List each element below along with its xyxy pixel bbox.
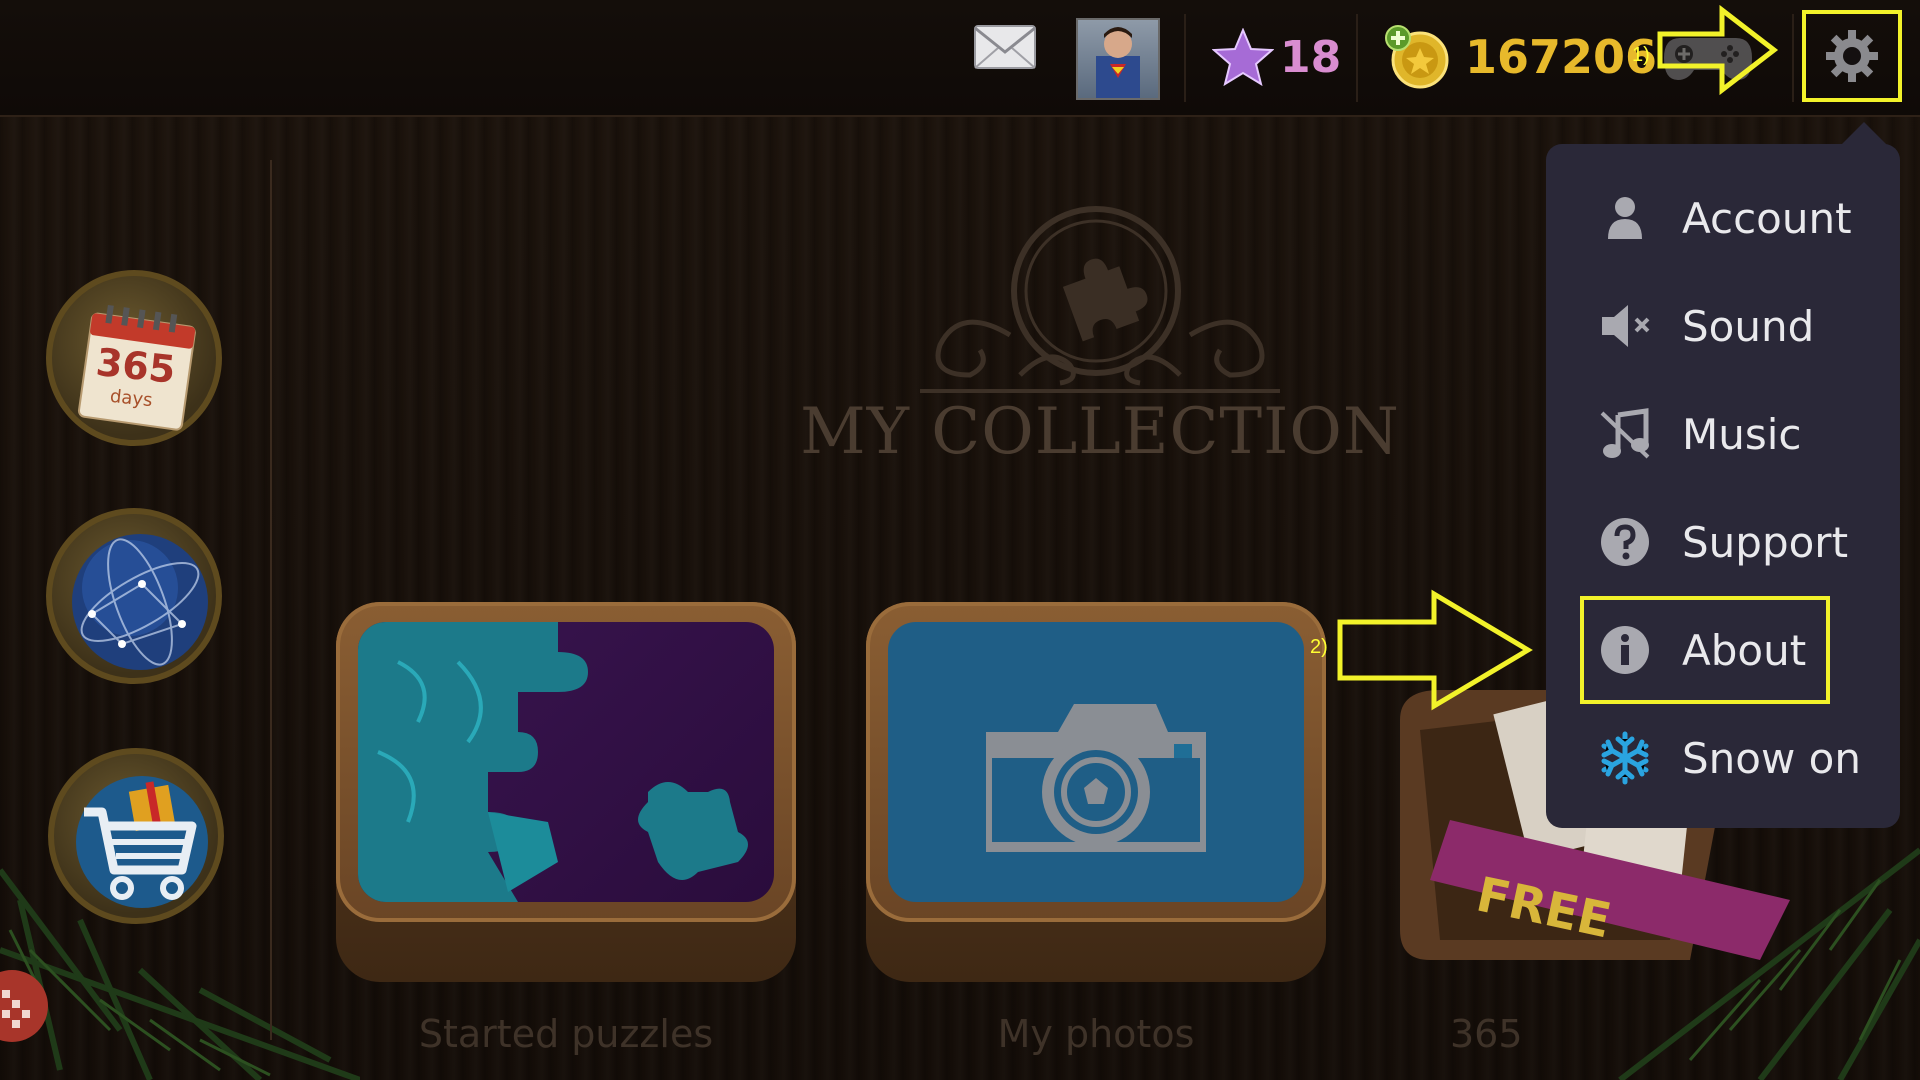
- game-main-screen: 18 167206 1) 365 days MY COLLECTION Star…: [0, 0, 1920, 1080]
- collection-title: MY COLLECTION: [800, 395, 1400, 469]
- started-puzzles-card[interactable]: Started puzzles: [336, 602, 796, 1056]
- menu-item-snow[interactable]: Snow on: [1570, 710, 1890, 806]
- snowflake-icon: [1601, 731, 1649, 785]
- gear-icon: [1826, 30, 1878, 82]
- shopping-cart-icon: [76, 776, 208, 908]
- step-2-label: 2): [1310, 636, 1328, 658]
- star-icon: [1212, 28, 1274, 86]
- coins-count: 167206: [1465, 30, 1658, 84]
- globe-icon: [72, 534, 208, 670]
- menu-item-support[interactable]: Support: [1570, 494, 1890, 590]
- my-photos-card[interactable]: My photos: [866, 602, 1326, 1056]
- top-bar: 18 167206 1): [0, 0, 1920, 117]
- globe-button[interactable]: [46, 508, 222, 684]
- puzzle-grid-badge[interactable]: [0, 970, 48, 1042]
- step-1-label: 1): [1632, 44, 1650, 66]
- menu-item-label: Snow on: [1682, 733, 1861, 783]
- menu-item-label: Support: [1682, 517, 1849, 567]
- calendar-unit: days: [109, 385, 154, 412]
- coin-icon[interactable]: [1384, 24, 1450, 90]
- puzzle-pieces-image: [358, 622, 748, 902]
- my-photos-label: My photos: [997, 1012, 1195, 1056]
- menu-item-label: Sound: [1682, 301, 1815, 351]
- daily-365-button[interactable]: 365 days: [46, 270, 222, 446]
- stars-count: 18: [1280, 32, 1342, 83]
- avatar[interactable]: [1076, 18, 1160, 100]
- music-off-icon: [1600, 408, 1650, 459]
- started-puzzles-label: Started puzzles: [418, 1012, 714, 1056]
- mail-icon[interactable]: [972, 22, 1038, 72]
- about-highlight-box: [1580, 596, 1830, 704]
- speaker-muted-icon: [1602, 305, 1650, 347]
- settings-button[interactable]: [1802, 10, 1902, 102]
- shop-button[interactable]: [48, 748, 224, 924]
- menu-item-sound[interactable]: Sound: [1570, 278, 1890, 374]
- puzzle-piece-icon: [2, 990, 30, 1028]
- calendar-number: 365: [93, 339, 178, 393]
- menu-item-account[interactable]: Account: [1570, 170, 1890, 266]
- menu-item-label: Account: [1682, 193, 1852, 243]
- 365-card-label: 365: [1450, 1012, 1523, 1056]
- menu-item-music[interactable]: Music: [1570, 386, 1890, 482]
- collection-emblem: [920, 206, 1280, 393]
- left-panel-divider: [270, 160, 272, 1040]
- question-icon: [1601, 518, 1649, 566]
- user-icon: [1608, 197, 1642, 239]
- menu-item-label: Music: [1682, 409, 1802, 459]
- camera-icon: [986, 704, 1206, 852]
- annotation-arrow-2: [1337, 589, 1533, 711]
- annotation-arrow-1: [1657, 4, 1779, 96]
- menu-caret: [1840, 122, 1888, 146]
